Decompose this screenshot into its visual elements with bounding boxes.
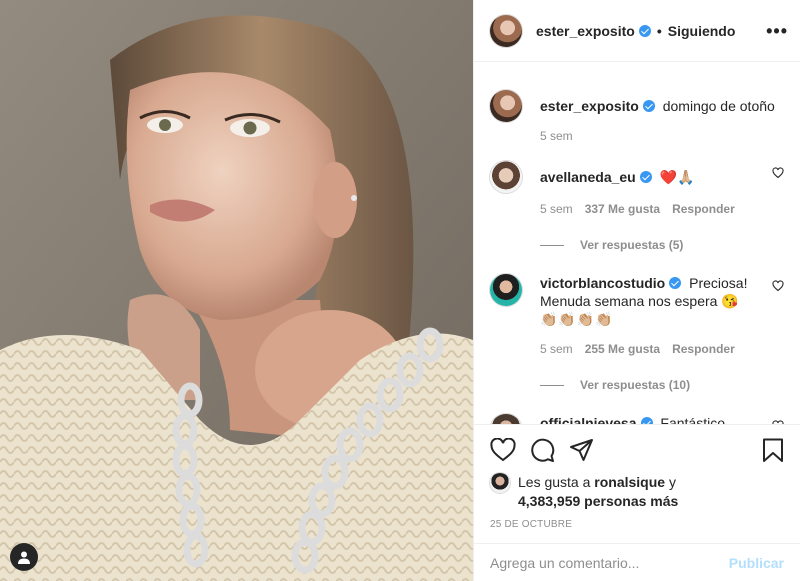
verified-badge-icon	[639, 171, 652, 183]
user-tag-button[interactable]	[10, 543, 38, 571]
post-date[interactable]: 25 DE OCTUBRE	[490, 519, 784, 530]
comment-emoji: 👏🏼👏🏼👏🏼👏🏼	[540, 311, 614, 327]
caption: ester_exposito domingo de otoño 5 sem	[490, 90, 784, 145]
likes-prefix: Les gusta a	[518, 474, 591, 490]
comment-likes[interactable]: 255 Me gusta	[585, 340, 660, 358]
comment-button[interactable]	[530, 438, 555, 463]
user-tag-icon	[18, 551, 30, 564]
comment-item: avellaneda_eu ❤️🙏🏼 5 sem 337 Me gusta Re…	[490, 161, 784, 218]
likes-joiner: y	[668, 474, 676, 490]
comment-username[interactable]: avellaneda_eu	[540, 169, 652, 185]
replies-divider	[540, 384, 564, 386]
caption-text: domingo de otoño	[662, 98, 775, 114]
commenter-avatar[interactable]	[490, 414, 522, 424]
comment-item: victorblancostudio Preciosa! Menuda sema…	[490, 274, 784, 358]
commenter-avatar[interactable]	[490, 161, 522, 193]
author-username[interactable]: ester_exposito	[536, 23, 651, 39]
comment-username[interactable]: officialnievesa	[540, 415, 653, 424]
view-replies-label: Ver respuestas (10)	[580, 378, 691, 392]
share-icon	[570, 439, 593, 461]
bookmark-icon	[763, 438, 783, 462]
like-button[interactable]	[490, 438, 516, 462]
verified-badge-icon	[640, 417, 653, 424]
likes-summary: Les gusta a ronalsique y 4,383,959 perso…	[490, 473, 784, 511]
publish-button[interactable]: Publicar	[729, 555, 784, 571]
view-replies-label: Ver respuestas (5)	[580, 238, 684, 252]
reply-button[interactable]: Responder	[672, 340, 735, 358]
like-comment-heart-icon[interactable]	[772, 280, 784, 292]
liker-avatar[interactable]	[490, 473, 510, 493]
post-header: ester_exposito • Siguiendo •••	[474, 0, 800, 62]
comment-time[interactable]: 5 sem	[540, 340, 573, 358]
comment-username[interactable]: victorblancostudio	[540, 275, 682, 291]
verified-badge-icon	[638, 24, 651, 37]
comment-likes[interactable]: 337 Me gusta	[585, 200, 660, 218]
comment-time[interactable]: 5 sem	[540, 200, 573, 218]
share-button[interactable]	[569, 438, 594, 462]
heart-icon	[490, 438, 516, 462]
commenter-avatar[interactable]	[490, 274, 522, 306]
likes-count[interactable]: 4,383,959 personas más	[518, 493, 678, 509]
verified-badge-icon	[669, 277, 682, 289]
like-comment-heart-icon[interactable]	[772, 167, 784, 179]
comment-icon	[531, 438, 555, 462]
comments-list[interactable]: ester_exposito domingo de otoño 5 sem av…	[474, 63, 800, 424]
comment-text: ❤️🙏🏼	[659, 169, 695, 185]
save-button[interactable]	[762, 438, 784, 463]
comment-item: officialnievesa Fantástico	[490, 414, 784, 424]
author-avatar[interactable]	[490, 14, 522, 47]
caption-avatar[interactable]	[490, 90, 522, 122]
separator-dot: •	[656, 22, 662, 39]
following-button[interactable]: Siguiendo	[668, 23, 736, 39]
caption-time[interactable]: 5 sem	[540, 127, 573, 145]
verified-badge-icon	[642, 100, 655, 112]
post-detail-panel: ester_exposito • Siguiendo ••• ester_exp…	[473, 0, 800, 581]
reply-button[interactable]: Responder	[672, 200, 735, 218]
liker-username[interactable]: ronalsique	[594, 474, 665, 490]
post-actions: Les gusta a ronalsique y 4,383,959 perso…	[474, 424, 800, 530]
post-photo[interactable]	[0, 0, 473, 581]
replies-divider	[540, 244, 564, 246]
caption-username[interactable]: ester_exposito	[540, 98, 655, 114]
comment-composer: Publicar	[474, 543, 800, 581]
portrait-image	[0, 0, 473, 581]
view-replies-button[interactable]: Ver respuestas (10)	[540, 378, 784, 392]
comment-input[interactable]	[490, 554, 729, 571]
comment-text: Fantástico	[660, 415, 725, 424]
view-replies-button[interactable]: Ver respuestas (5)	[540, 238, 784, 252]
more-options-icon[interactable]: •••	[766, 22, 788, 40]
